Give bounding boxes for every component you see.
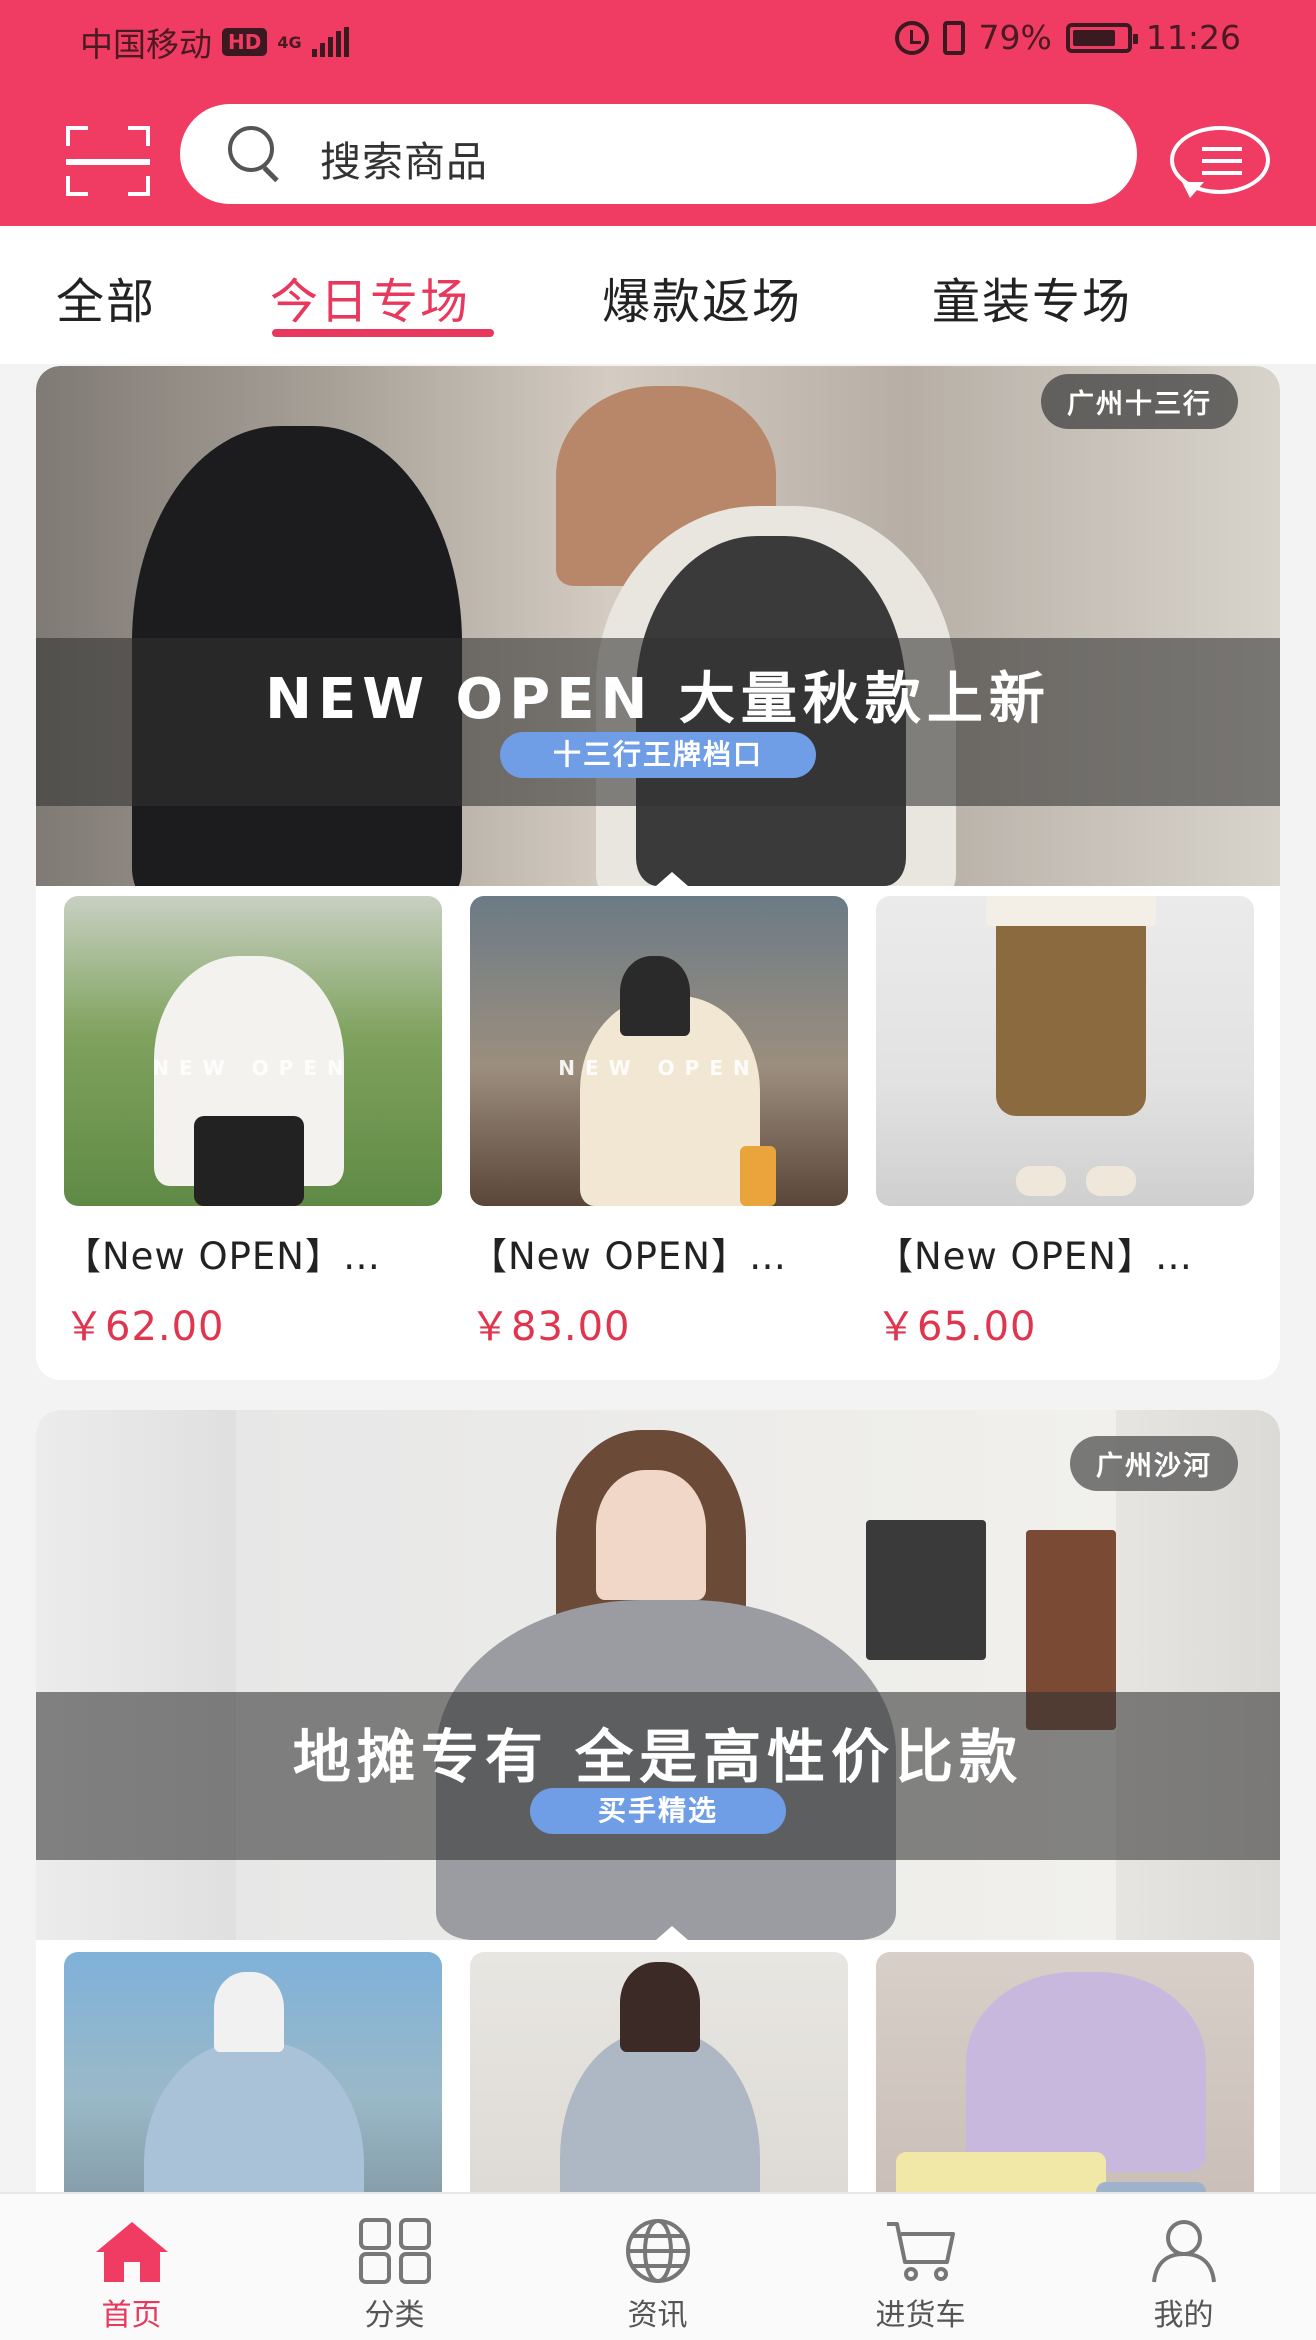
search-input[interactable]: 搜索商品 bbox=[180, 104, 1137, 204]
promo-section-2: 地摊专有 全是高性价比款 买手精选 广州沙河 bbox=[36, 1410, 1280, 2310]
tab-all[interactable]: 全部 bbox=[56, 262, 156, 332]
nav-label: 资讯 bbox=[627, 2298, 688, 2333]
product-row: NEW OPEN 【New OPEN】… ￥62.00 NEW OPEN 【Ne… bbox=[64, 896, 1254, 1352]
home-icon bbox=[95, 2222, 168, 2282]
promo-banner-2[interactable]: 地摊专有 全是高性价比款 买手精选 广州沙河 bbox=[36, 1410, 1280, 1940]
clock-time: 11:26 bbox=[1145, 18, 1241, 57]
tab-today-special[interactable]: 今日专场 bbox=[270, 262, 470, 332]
product-price: ￥83.00 bbox=[470, 1304, 631, 1350]
search-placeholder: 搜索商品 bbox=[320, 138, 488, 186]
product-image: NEW OPEN bbox=[470, 896, 848, 1206]
nav-label: 首页 bbox=[101, 2298, 162, 2333]
product-name: 【New OPEN】… bbox=[470, 1235, 787, 1278]
promo-banner-1[interactable]: NEW OPEN 大量秋款上新 十三行王牌档口 广州十三行 bbox=[36, 366, 1280, 886]
user-icon bbox=[1151, 2220, 1216, 2283]
search-icon bbox=[228, 126, 284, 183]
cart-icon bbox=[886, 2222, 955, 2281]
banner-title: 地摊专有 全是高性价比款 bbox=[292, 1723, 1024, 1791]
tab-kids-special[interactable]: 童装专场 bbox=[932, 262, 1132, 332]
nav-item-home[interactable]: 首页 bbox=[0, 2194, 263, 2340]
product-card[interactable]: NEW OPEN 【New OPEN】… ￥83.00 bbox=[470, 896, 848, 1352]
tab-hot-return[interactable]: 爆款返场 bbox=[602, 262, 802, 332]
vibrate-icon bbox=[942, 20, 965, 55]
product-card[interactable]: NEW OPEN 【New OPEN】… ￥62.00 bbox=[64, 896, 442, 1352]
nav-label: 进货车 bbox=[875, 2298, 966, 2333]
grid-icon bbox=[358, 2218, 431, 2284]
product-overlay-text: NEW OPEN bbox=[558, 1056, 760, 1080]
battery-icon bbox=[1065, 22, 1138, 53]
product-name: 【New OPEN】… bbox=[876, 1235, 1193, 1278]
status-left: 中国移动 HD 4G bbox=[80, 18, 349, 66]
product-price: ￥62.00 bbox=[64, 1304, 225, 1350]
nav-item-cart[interactable]: 进货车 bbox=[789, 2194, 1052, 2340]
bottom-nav: 首页 分类 资讯 进货车 我的 bbox=[0, 2192, 1316, 2340]
product-overlay-text: NEW OPEN bbox=[152, 1056, 354, 1080]
hd-badge: HD bbox=[222, 28, 268, 56]
app-header: 中国移动 HD 4G 79% 11:26 搜索商品 bbox=[0, 0, 1316, 226]
banner-subtitle-pill: 十三行王牌档口 bbox=[500, 732, 816, 778]
location-badge: 广州十三行 bbox=[1041, 374, 1238, 429]
message-icon[interactable] bbox=[1170, 126, 1270, 200]
banner-notch bbox=[656, 1926, 688, 1940]
nav-label: 分类 bbox=[364, 2298, 425, 2333]
alarm-icon bbox=[894, 20, 929, 55]
scan-icon[interactable] bbox=[66, 126, 150, 196]
active-tab-indicator bbox=[272, 329, 494, 337]
carrier-name: 中国移动 bbox=[80, 25, 212, 64]
product-image bbox=[876, 896, 1254, 1206]
product-card[interactable]: 【New OPEN】… ￥65.00 bbox=[876, 896, 1254, 1352]
signal-icon bbox=[311, 27, 349, 57]
app-screen: 中国移动 HD 4G 79% 11:26 搜索商品 全部 今日专场 爆款返场 童… bbox=[0, 0, 1316, 2340]
banner-subtitle-pill: 买手精选 bbox=[530, 1788, 786, 1834]
category-tabs: 全部 今日专场 爆款返场 童装专场 bbox=[0, 226, 1316, 364]
product-image: NEW OPEN bbox=[64, 896, 442, 1206]
globe-icon bbox=[625, 2219, 690, 2283]
location-badge: 广州沙河 bbox=[1070, 1436, 1238, 1491]
banner-title: NEW OPEN 大量秋款上新 bbox=[265, 667, 1051, 732]
nav-item-mine[interactable]: 我的 bbox=[1052, 2194, 1315, 2340]
banner-notch bbox=[656, 872, 688, 886]
nav-label: 我的 bbox=[1153, 2298, 1214, 2333]
product-name: 【New OPEN】… bbox=[64, 1235, 381, 1278]
battery-percent: 79% bbox=[978, 18, 1052, 57]
network-type: 4G bbox=[277, 32, 302, 52]
product-price: ￥65.00 bbox=[876, 1304, 1037, 1350]
status-bar: 中国移动 HD 4G 79% 11:26 bbox=[0, 0, 1316, 76]
status-right: 79% 11:26 bbox=[894, 18, 1241, 57]
nav-item-news[interactable]: 资讯 bbox=[526, 2194, 789, 2340]
nav-item-category[interactable]: 分类 bbox=[263, 2194, 526, 2340]
promo-section-1: NEW OPEN 大量秋款上新 十三行王牌档口 广州十三行 NEW OPEN 【… bbox=[36, 366, 1280, 1380]
